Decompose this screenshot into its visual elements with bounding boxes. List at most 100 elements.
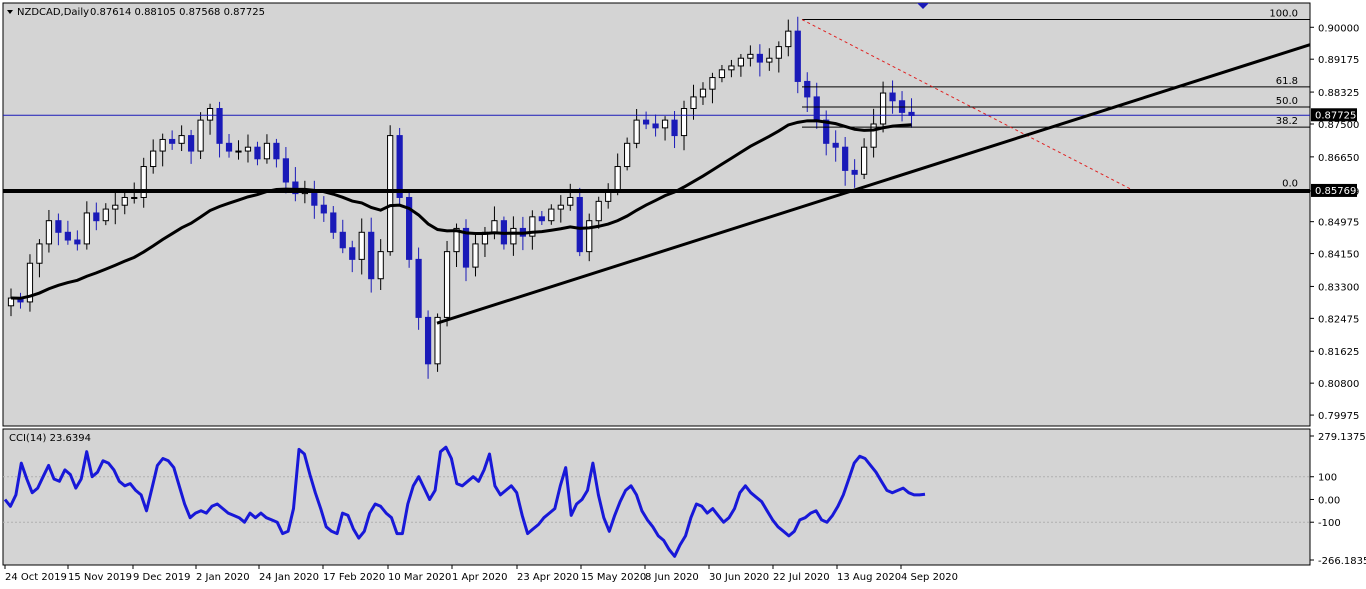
candle-body bbox=[150, 150, 157, 168]
candle-body bbox=[747, 53, 754, 59]
date-tick-label: 13 Aug 2020 bbox=[837, 572, 901, 583]
price-tick-label: 0.81625 bbox=[1318, 347, 1359, 358]
candle-body bbox=[548, 208, 555, 222]
candle-body bbox=[832, 142, 839, 148]
candle-body bbox=[225, 142, 233, 152]
candle-body bbox=[680, 108, 688, 137]
date-tick-label: 2 Jan 2020 bbox=[196, 572, 250, 583]
cci-tick-label: -100 bbox=[1318, 518, 1341, 529]
fib-level-label: 50.0 bbox=[1276, 96, 1298, 107]
candle-body bbox=[510, 227, 517, 245]
fib-level-label: 38.2 bbox=[1276, 116, 1298, 127]
candle-body bbox=[235, 150, 242, 153]
main-chart-background bbox=[3, 3, 1310, 426]
candle-body bbox=[83, 212, 90, 245]
date-tick-label: 23 Apr 2020 bbox=[517, 572, 579, 583]
candle-body bbox=[633, 119, 640, 144]
candle-body bbox=[273, 142, 280, 160]
candle-body bbox=[443, 251, 451, 318]
candle-body bbox=[813, 96, 820, 121]
candle-body bbox=[424, 316, 432, 365]
candle-body bbox=[197, 119, 204, 152]
date-tick-label: 8 Jun 2020 bbox=[645, 572, 699, 583]
date-tick-label: 24 Jan 2020 bbox=[259, 572, 319, 583]
candle-body bbox=[93, 212, 100, 222]
candle-body bbox=[396, 135, 403, 198]
candle-body bbox=[64, 231, 71, 241]
candle-body bbox=[244, 146, 252, 152]
date-tick-label: 30 Jun 2020 bbox=[709, 572, 769, 583]
price-tick-label: 0.84150 bbox=[1318, 250, 1359, 261]
date-tick-label: 24 Oct 2019 bbox=[5, 572, 67, 583]
date-tick-label: 22 Jul 2020 bbox=[773, 572, 830, 583]
price-tick-label: 0.83300 bbox=[1318, 282, 1359, 293]
candle-body bbox=[45, 220, 53, 245]
candle-body bbox=[169, 138, 176, 144]
cci-tick-label: 100 bbox=[1318, 473, 1337, 484]
price-tick-label: 0.86650 bbox=[1318, 153, 1359, 164]
price-tick-label: 0.88325 bbox=[1318, 88, 1359, 99]
cci-tick-label: 0.00 bbox=[1318, 495, 1340, 506]
cci-label: CCI(14) 23.6394 bbox=[9, 433, 91, 444]
candle-body bbox=[567, 196, 574, 206]
candle-body bbox=[794, 30, 801, 82]
candle-body bbox=[206, 108, 214, 121]
candle-body bbox=[889, 92, 896, 102]
candle-body bbox=[55, 220, 62, 233]
date-tick-label: 4 Sep 2020 bbox=[901, 572, 958, 583]
candle-body bbox=[804, 80, 811, 98]
price-tick-label: 0.89175 bbox=[1318, 55, 1359, 66]
candle-body bbox=[737, 57, 745, 67]
price-tick-label: 0.87500 bbox=[1318, 120, 1359, 131]
candle-body bbox=[861, 146, 868, 175]
date-tick-label: 15 May 2020 bbox=[581, 572, 646, 583]
candle-body bbox=[320, 204, 327, 214]
candle-body bbox=[538, 216, 545, 222]
candle-body bbox=[586, 220, 593, 253]
candle-body bbox=[187, 135, 195, 152]
candle-body bbox=[851, 169, 858, 175]
candle-body bbox=[766, 57, 773, 63]
date-tick-label: 15 Nov 2019 bbox=[68, 572, 132, 583]
candle-body bbox=[254, 146, 261, 160]
date-tick-label: 10 Mar 2020 bbox=[388, 572, 451, 583]
candle-body bbox=[263, 142, 271, 160]
candle-body bbox=[775, 46, 782, 59]
ohlc-values: 0.87614 0.88105 0.87568 0.87725 bbox=[90, 7, 265, 18]
candle-body bbox=[491, 220, 498, 233]
candle-body bbox=[557, 204, 564, 210]
candle-body bbox=[387, 135, 394, 253]
candle-body bbox=[652, 123, 659, 129]
candle-body bbox=[368, 231, 375, 280]
date-tick-label: 17 Feb 2020 bbox=[323, 572, 385, 583]
candle-body bbox=[785, 30, 792, 48]
candle-body bbox=[718, 69, 726, 79]
fib-level-label: 0.0 bbox=[1282, 179, 1298, 190]
candle-body bbox=[358, 231, 365, 260]
candle-body bbox=[377, 251, 384, 280]
trading-chart: 100.0 61.8 50.0 38.2 0.0 0.90000 0.89175 0.883… bbox=[2, 2, 1366, 583]
candle-body bbox=[624, 142, 631, 168]
cci-panel-background bbox=[3, 429, 1310, 565]
current-price-tag-label: 0.87725 bbox=[1315, 110, 1356, 121]
symbol-label: NZDCAD,Daily bbox=[17, 7, 89, 18]
candle-body bbox=[102, 208, 109, 222]
candle-body bbox=[339, 231, 346, 249]
candle-body bbox=[709, 77, 716, 90]
candle-body bbox=[756, 53, 763, 63]
candle-body bbox=[595, 200, 602, 222]
cci-tick-label: 279.1375 bbox=[1318, 432, 1366, 443]
candle-body bbox=[576, 196, 583, 253]
candle-body bbox=[131, 196, 138, 199]
candle-body bbox=[690, 96, 697, 110]
fib-level-label: 61.8 bbox=[1276, 76, 1298, 87]
candle-body bbox=[614, 166, 621, 191]
candle-body bbox=[112, 204, 119, 210]
candle-body bbox=[159, 138, 166, 152]
candle-body bbox=[642, 119, 650, 125]
price-tick-label: 0.84975 bbox=[1318, 218, 1359, 229]
candle-body bbox=[661, 119, 669, 129]
candle-body bbox=[728, 65, 735, 71]
price-tick-label: 0.82475 bbox=[1318, 314, 1359, 325]
candle-body bbox=[879, 92, 887, 125]
